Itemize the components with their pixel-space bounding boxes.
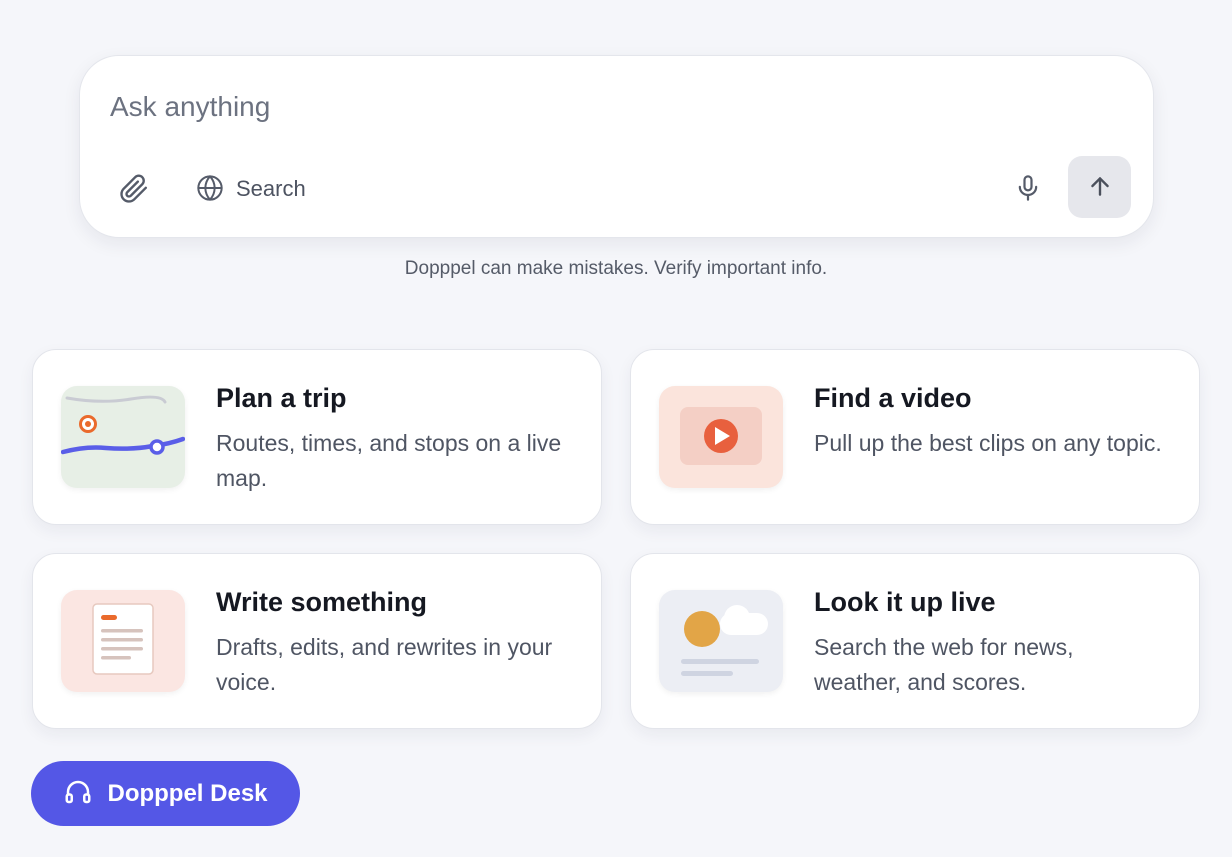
card-title: Write something <box>216 587 428 617</box>
suggestion-card-plan-trip[interactable]: Plan a trip Routes, times, and stops on … <box>32 349 602 525</box>
card-title: Plan a trip <box>216 383 347 413</box>
card-description: Routes, times, and stops on a live map. <box>216 430 562 491</box>
document-thumbnail <box>61 590 185 692</box>
voice-input-button[interactable] <box>1008 169 1048 209</box>
ask-input[interactable] <box>110 84 1070 130</box>
dopppel-desk-button[interactable]: Dopppel Desk <box>31 761 300 826</box>
paperclip-icon <box>119 174 149 207</box>
desk-button-label: Dopppel Desk <box>107 779 268 807</box>
card-description: Pull up the best clips on any topic. <box>814 430 1162 456</box>
send-button[interactable] <box>1068 156 1131 218</box>
card-title: Find a video <box>814 383 972 413</box>
attach-button[interactable] <box>114 170 154 210</box>
card-title: Look it up live <box>814 587 996 617</box>
map-thumbnail <box>61 386 185 488</box>
weather-thumbnail <box>659 590 783 692</box>
suggestion-card-look-up[interactable]: Look it up live Search the web for news,… <box>630 553 1200 729</box>
search-toggle-button[interactable]: Search <box>196 169 306 209</box>
chat-composer: Search <box>79 55 1154 238</box>
card-description: Drafts, edits, and rewrites in your voic… <box>216 634 553 695</box>
disclaimer-text: Dopppel can make mistakes. Verify import… <box>404 258 828 279</box>
headset-icon <box>63 777 93 810</box>
microphone-icon <box>1014 173 1042 206</box>
video-thumbnail <box>659 386 783 488</box>
arrow-up-icon <box>1087 173 1113 202</box>
search-label: Search <box>236 176 306 201</box>
suggestion-card-find-video[interactable]: Find a video Pull up the best clips on a… <box>630 349 1200 525</box>
suggestion-card-write[interactable]: Write something Drafts, edits, and rewri… <box>32 553 602 729</box>
globe-icon <box>196 174 224 205</box>
card-description: Search the web for news, weather, and sc… <box>814 634 1074 695</box>
